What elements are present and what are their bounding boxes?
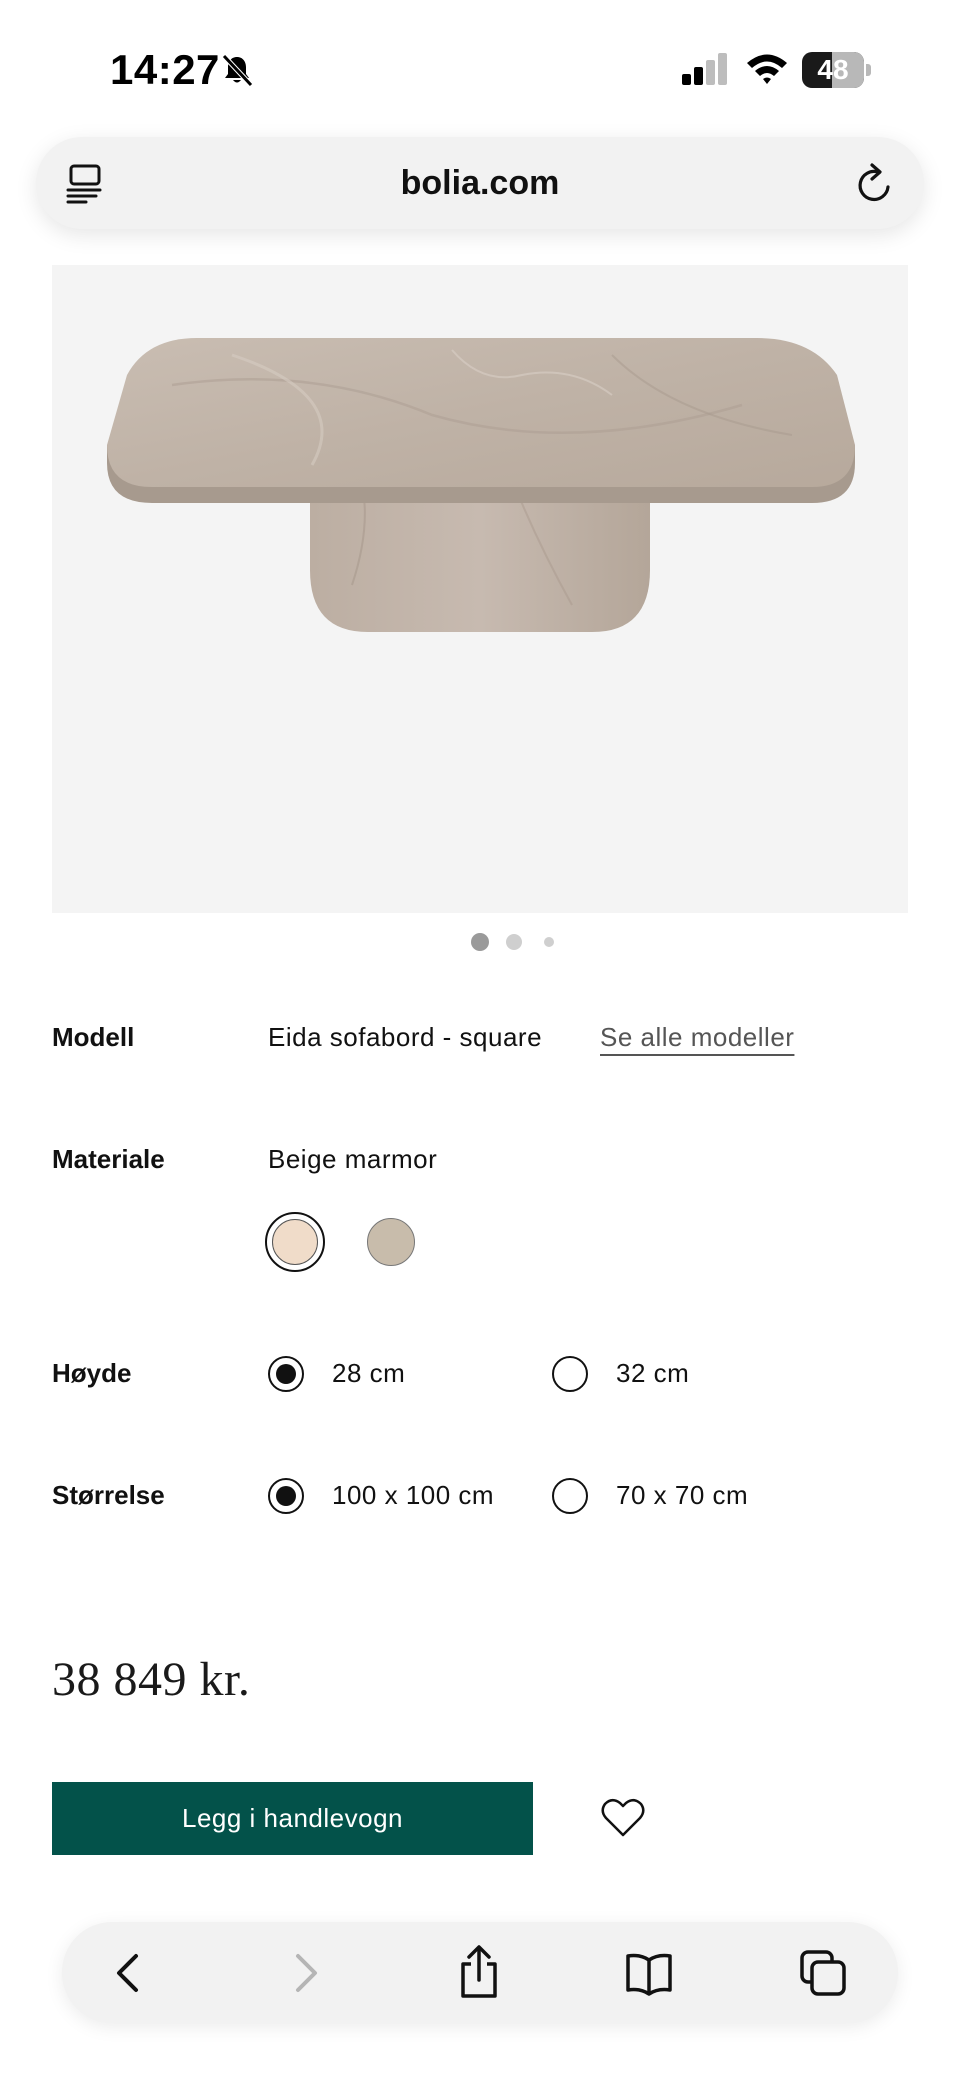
size-option-label[interactable]: 100 x 100 cm	[332, 1480, 494, 1511]
add-to-cart-button[interactable]: Legg i handlevogn	[52, 1782, 533, 1855]
material-label: Materiale	[52, 1144, 165, 1174]
size-option-label[interactable]: 70 x 70 cm	[616, 1480, 748, 1511]
bell-slash-icon	[222, 54, 253, 87]
cellular-signal-icon	[682, 53, 727, 85]
wifi-icon	[747, 54, 787, 84]
share-icon[interactable]	[454, 1944, 504, 2000]
material-swatch-grey[interactable]	[367, 1218, 415, 1266]
marble-coffee-table-image	[107, 338, 855, 632]
model-value: Eida sofabord - square	[268, 1022, 543, 1052]
material-swatch-beige[interactable]	[265, 1212, 325, 1272]
forward-icon[interactable]	[280, 1948, 330, 1998]
carousel-dots[interactable]	[0, 930, 960, 956]
price: 38 849 kr.	[52, 1653, 251, 1706]
material-value: Beige marmor	[268, 1144, 438, 1174]
status-time: 14:27	[110, 46, 220, 93]
height-option-label[interactable]: 32 cm	[616, 1358, 689, 1389]
height-radio-28[interactable]	[268, 1356, 304, 1392]
height-label: Høyde	[52, 1358, 132, 1388]
back-icon[interactable]	[104, 1948, 154, 1998]
height-radio-32[interactable]	[552, 1356, 588, 1392]
bookmarks-icon[interactable]	[624, 1948, 674, 1998]
size-radio-70[interactable]	[552, 1478, 588, 1514]
battery-level: 48	[817, 54, 849, 85]
model-label: Modell	[52, 1022, 135, 1052]
tabs-icon[interactable]	[798, 1948, 848, 1998]
browser-toolbar	[62, 1922, 898, 2023]
product-image[interactable]	[52, 265, 908, 913]
address-bar[interactable]: bolia.com	[36, 137, 924, 229]
heart-icon[interactable]	[600, 1795, 646, 1841]
carousel-dot-3[interactable]	[544, 937, 554, 947]
battery-icon: 48	[802, 52, 872, 88]
reload-icon[interactable]	[856, 161, 896, 205]
url-text[interactable]: bolia.com	[36, 137, 924, 229]
status-bar: 14:27 48	[0, 0, 960, 140]
size-radio-100[interactable]	[268, 1478, 304, 1514]
see-all-models-link[interactable]: Se alle modeller	[600, 1022, 794, 1053]
size-label: Størrelse	[52, 1480, 165, 1510]
carousel-dot-2[interactable]	[506, 934, 522, 950]
carousel-dot-1[interactable]	[471, 933, 489, 951]
height-option-label[interactable]: 28 cm	[332, 1358, 405, 1389]
